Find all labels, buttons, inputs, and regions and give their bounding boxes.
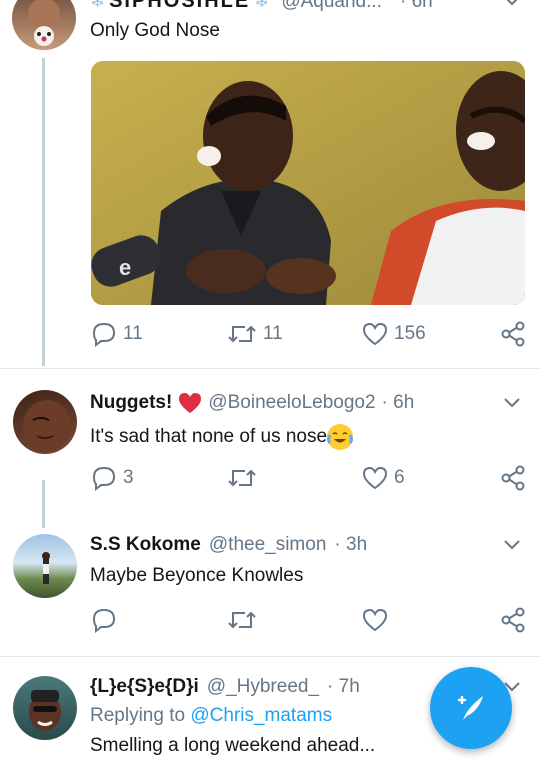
like-button[interactable]: 6 [362,465,405,491]
retweet-count: 11 [263,323,283,344]
replying-to-handle[interactable]: @Chris_matams [190,705,332,726]
tweet-time: · 6h [399,0,433,12]
reply-button[interactable]: 3 [91,465,134,491]
share-button[interactable] [500,607,526,633]
tweet-text: Smelling a long weekend ahead... [90,735,376,756]
author-handle[interactable]: @Aquand... [281,0,382,13]
tweet-text: Only God Nose [90,20,220,41]
like-icon [362,608,388,632]
like-count: 6 [394,467,405,488]
thread-line [42,58,45,366]
retweet-button[interactable] [227,607,257,633]
avatar[interactable] [13,390,77,454]
tweet-time: · 7h [327,676,360,697]
reply-icon [92,466,116,491]
retweet-button[interactable]: 11 [227,321,283,347]
replying-to-label: Replying to [90,705,186,726]
author-name[interactable]: {L}e{S}e{D}i [90,676,199,698]
chevron-down-icon[interactable] [504,540,520,550]
replying-to: Replying to @Chris_matams [90,705,332,727]
tweet-time: · 3h [334,534,368,555]
compose-tweet-icon [457,695,483,720]
svg-text:e: e [119,255,131,280]
divider [0,368,540,369]
tweet-photo[interactable]: e [91,61,525,305]
like-button[interactable]: 156 [362,321,426,347]
tweet-text: Maybe Beyonce Knowles [90,565,304,586]
reply-count: 11 [123,323,143,344]
chevron-down-icon[interactable] [504,0,520,6]
chevron-down-icon[interactable] [504,398,520,408]
avatar[interactable] [12,0,76,50]
author-name[interactable]: S.S Kokome [90,534,201,556]
reply-button[interactable] [91,607,117,633]
author-handle[interactable]: @BoineeloLebogo2 [208,392,375,414]
divider [0,656,540,657]
avatar[interactable] [13,676,77,740]
heart-emoji [179,393,202,413]
crying-laughing-emoji [327,424,354,450]
reply-button[interactable]: 11 [91,321,143,347]
share-icon [501,321,525,347]
retweet-icon [228,611,256,629]
compose-tweet-button[interactable] [430,667,512,749]
share-icon [501,465,525,491]
reply-icon [92,608,116,633]
retweet-button[interactable] [227,465,257,491]
like-icon [362,466,388,490]
tweet-time: · 6h [381,392,415,413]
thread-line [42,480,45,528]
author-handle[interactable]: @thee_simon [209,534,327,556]
author-name[interactable]: Nuggets! [90,392,172,414]
share-button[interactable] [500,465,526,491]
reply-icon [92,322,116,347]
avatar[interactable] [13,534,77,598]
retweet-icon [228,325,256,343]
tweet-text: It's sad that none of us nose [90,426,328,447]
like-count: 156 [394,323,426,344]
like-icon [362,322,388,346]
snowflake-icon: ❄ [254,0,270,11]
snowflake-icon: ❄ [90,0,106,11]
retweet-icon [228,469,256,487]
share-button[interactable] [500,321,526,347]
author-name[interactable]: SIPHOSIHLE [109,0,250,13]
share-icon [501,607,525,633]
like-button[interactable] [362,607,388,633]
reply-count: 3 [123,467,134,488]
author-handle[interactable]: @_Hybreed_ [207,676,319,698]
